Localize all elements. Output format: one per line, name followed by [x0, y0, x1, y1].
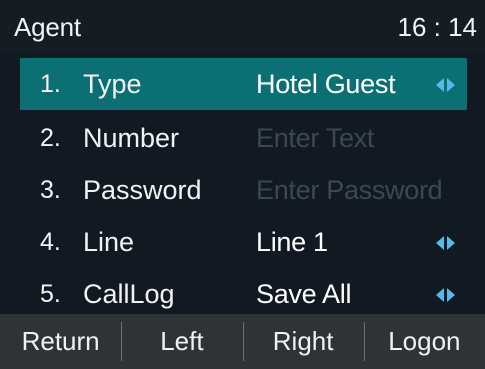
clock-time: 16 : 14 — [397, 12, 477, 42]
status-header: Agent 16 : 14 — [0, 0, 485, 54]
left-triangle-icon[interactable] — [435, 78, 444, 92]
item-label-line: Line — [83, 227, 135, 257]
right-triangle-icon[interactable] — [446, 236, 455, 250]
item-number: 2. — [40, 124, 61, 152]
item-number: 1. — [40, 70, 61, 98]
agent-settings-list: 1. Type Hotel Guest 2. Number Enter Text… — [0, 54, 485, 314]
calllog-value[interactable]: Save All — [256, 278, 351, 310]
line-value[interactable]: Line 1 — [256, 226, 328, 258]
item-label-calllog: CallLog — [83, 279, 175, 309]
item-label-password: Password — [83, 175, 202, 205]
item-number: 3. — [40, 176, 61, 204]
item-label-number: Number — [83, 123, 180, 153]
right-triangle-icon[interactable] — [446, 288, 455, 302]
number-input[interactable]: Enter Text — [256, 122, 374, 154]
softkey-bar: Return Left Right Logon — [0, 314, 485, 369]
right-button[interactable]: Right — [242, 314, 364, 369]
phone-screen: Agent 16 : 14 1. Type Hotel Guest 2. Num… — [0, 0, 485, 369]
return-button[interactable]: Return — [0, 314, 121, 369]
item-number: 4. — [40, 228, 61, 256]
logon-button[interactable]: Logon — [363, 314, 485, 369]
type-value[interactable]: Hotel Guest — [256, 68, 396, 100]
right-triangle-icon[interactable] — [446, 78, 455, 92]
left-triangle-icon[interactable] — [435, 288, 444, 302]
item-label-type: Type — [83, 69, 142, 99]
list-item-line[interactable]: 4. Line Line 1 — [20, 216, 467, 268]
list-item-calllog[interactable]: 5. CallLog Save All — [20, 268, 467, 320]
type-selector-arrows[interactable] — [425, 76, 465, 94]
list-item-number[interactable]: 2. Number Enter Text — [20, 112, 467, 164]
calllog-selector-arrows[interactable] — [425, 286, 465, 304]
item-number: 5. — [40, 280, 61, 308]
page-title: Agent — [14, 12, 81, 42]
left-triangle-icon[interactable] — [435, 236, 444, 250]
password-input[interactable]: Enter Password — [256, 174, 443, 206]
line-selector-arrows[interactable] — [425, 234, 465, 252]
list-item-password[interactable]: 3. Password Enter Password — [20, 164, 467, 216]
left-button[interactable]: Left — [121, 314, 242, 369]
list-item-type[interactable]: 1. Type Hotel Guest — [20, 58, 467, 110]
